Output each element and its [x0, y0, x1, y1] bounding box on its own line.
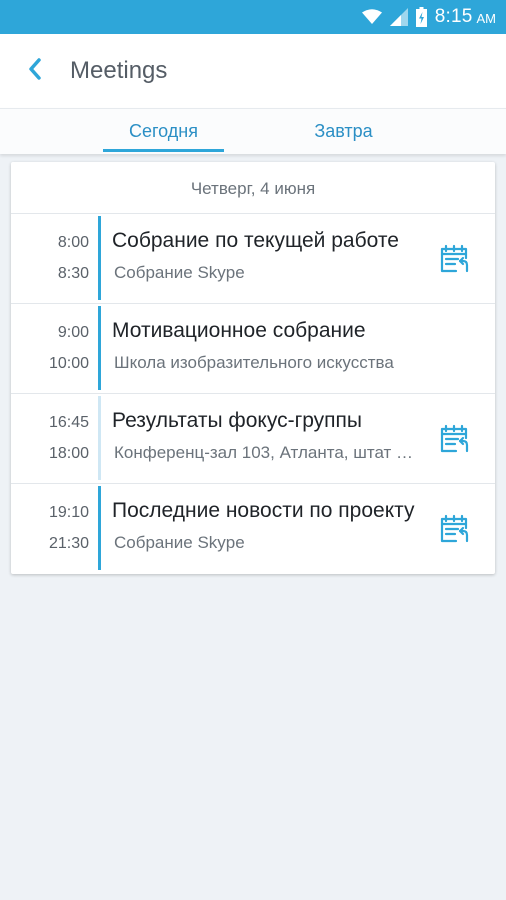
meeting-accent-bar [98, 306, 101, 390]
calendar-join-icon[interactable] [438, 513, 470, 545]
meeting-item[interactable]: 19:10 21:30 Последние новости по проекту… [11, 484, 495, 574]
back-button[interactable] [0, 34, 70, 108]
meeting-location: Школа изобразительного искусства [114, 353, 394, 372]
meeting-accent-bar [98, 486, 101, 570]
page-title: Meetings [70, 57, 168, 84]
tab-tomorrow[interactable]: Завтра [283, 109, 404, 153]
wifi-icon [361, 9, 382, 25]
meeting-location: Конференц-зал 103, Атланта, штат Джорджи… [114, 443, 414, 462]
meeting-end-time: 8:30 [57, 265, 89, 282]
status-time: 8:15 [434, 6, 473, 27]
meeting-accent-bar [98, 396, 101, 480]
tab-selected-indicator [103, 149, 224, 152]
meeting-item[interactable]: 16:45 18:00 Результаты фокус-группы Конф… [11, 394, 495, 484]
meeting-title: Собрание по текущей работе [112, 229, 399, 252]
meeting-item[interactable]: 8:00 8:30 Собрание по текущей работе Соб… [11, 214, 495, 304]
chevron-left-icon [28, 57, 42, 85]
meeting-location: Собрание Skype [114, 263, 245, 282]
meeting-start-time: 19:10 [48, 504, 89, 521]
status-bar: 8:15 AM [0, 0, 506, 34]
meeting-item[interactable]: 9:00 10:00 Мотивационное собрание Школа … [11, 304, 495, 394]
battery-charging-icon [415, 7, 427, 27]
date-header: Четверг, 4 июня [11, 162, 495, 214]
meeting-end-time: 10:00 [48, 355, 89, 372]
meeting-times: 19:10 21:30 [11, 484, 89, 574]
signal-icon [389, 8, 408, 26]
meeting-times: 9:00 10:00 [11, 304, 89, 394]
meeting-title: Мотивационное собрание [112, 319, 366, 342]
meeting-accent-bar [98, 216, 101, 300]
calendar-join-icon[interactable] [438, 423, 470, 455]
meeting-start-time: 9:00 [57, 324, 89, 341]
meeting-title: Результаты фокус-группы [112, 409, 363, 432]
day-tabs: Сегодня Завтра [0, 108, 506, 154]
tab-today[interactable]: Сегодня [103, 109, 224, 153]
meeting-end-time: 21:30 [48, 535, 89, 552]
app-bar: Meetings [0, 34, 506, 108]
meeting-start-time: 8:00 [57, 234, 89, 251]
meeting-times: 8:00 8:30 [11, 214, 89, 304]
meeting-title: Последние новости по проекту [112, 499, 415, 522]
meeting-start-time: 16:45 [48, 414, 89, 431]
calendar-join-icon[interactable] [438, 243, 470, 275]
meetings-card: Четверг, 4 июня 8:00 8:30 Собрание по те… [11, 162, 495, 574]
status-ampm: AM [476, 11, 497, 26]
meeting-times: 16:45 18:00 [11, 394, 89, 484]
meeting-location: Собрание Skype [114, 533, 245, 552]
meeting-end-time: 18:00 [48, 445, 89, 462]
